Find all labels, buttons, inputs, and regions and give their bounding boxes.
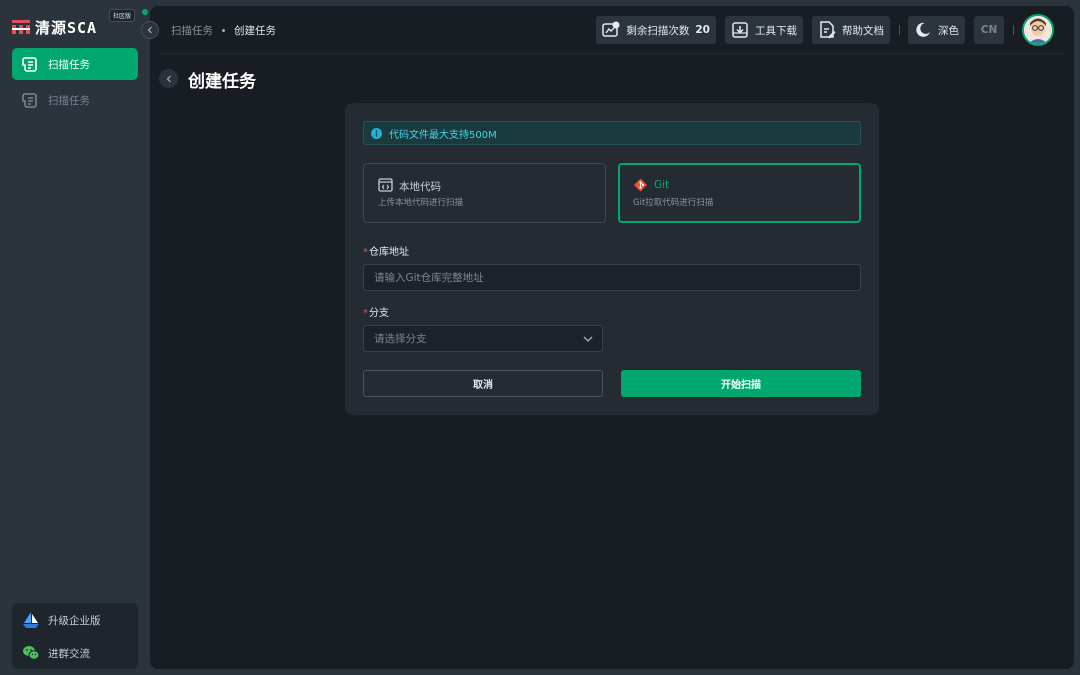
source-option-desc: 上传本地代码进行扫描 <box>378 198 464 208</box>
branch-select[interactable]: 请选择分支 <box>363 325 603 352</box>
breadcrumb: 扫描任务 创建任务 <box>171 23 276 38</box>
download-icon <box>732 22 748 38</box>
repo-address-input[interactable] <box>363 264 861 291</box>
sidebar-item-scan-tasks[interactable]: 扫描任务 <box>12 48 138 80</box>
required-mark: * <box>363 308 368 319</box>
start-scan-button[interactable]: 开始扫描 <box>621 370 861 397</box>
source-option-git[interactable]: Git Git拉取代码进行扫描 <box>618 163 861 223</box>
remaining-scans-count: 20 <box>695 24 710 36</box>
chevron-left-icon <box>166 75 171 82</box>
edition-badge-dot <box>142 9 148 15</box>
scroll-icon <box>22 57 37 72</box>
branch-label: *分支 <box>363 304 389 319</box>
notice-text: 代码文件最大支持500M <box>389 129 497 141</box>
upgrade-enterprise-link[interactable]: 升级企业版 <box>12 605 138 635</box>
header-divider <box>899 25 900 35</box>
file-size-notice: 代码文件最大支持500M <box>363 121 861 145</box>
sidebar: 清源SCA 社区版 扫描任务 扫描任务 升级企业版 进群交流 <box>0 0 150 675</box>
code-window-icon <box>378 178 393 192</box>
breadcrumb-separator <box>222 29 225 32</box>
moon-icon <box>916 22 930 37</box>
source-option-desc: Git拉取代码进行扫描 <box>633 198 714 208</box>
theme-toggle-button[interactable]: 深色 <box>908 16 965 44</box>
cancel-button[interactable]: 取消 <box>363 370 603 397</box>
scan-quota-icon <box>602 21 620 37</box>
repo-address-label: *仓库地址 <box>363 243 409 258</box>
wechat-icon <box>23 646 40 660</box>
remaining-scans-label: 剩余扫描次数 <box>626 24 690 37</box>
join-group-label: 进群交流 <box>48 647 90 660</box>
breadcrumb-scan-tasks[interactable]: 扫描任务 <box>171 23 213 38</box>
help-docs-button[interactable]: 帮助文档 <box>812 16 890 44</box>
avatar-icon <box>1024 16 1052 44</box>
sidebar-item-scan-tasks-secondary[interactable]: 扫描任务 <box>12 84 138 116</box>
git-icon <box>634 178 647 192</box>
source-option-local-code[interactable]: 本地代码 上传本地代码进行扫描 <box>363 163 606 223</box>
main-panel: 扫描任务 创建任务 剩余扫描次数 20 工具下载 帮助文档 深色 CN 创建任务… <box>150 6 1074 669</box>
user-avatar[interactable] <box>1022 14 1054 46</box>
branch-label-text: 分支 <box>369 308 389 319</box>
sidebar-collapse-button[interactable] <box>141 21 159 39</box>
header-divider <box>1013 25 1014 35</box>
source-option-title: 本地代码 <box>399 181 441 193</box>
branch-select-placeholder: 请选择分支 <box>374 333 427 345</box>
repo-address-label-text: 仓库地址 <box>369 247 409 258</box>
sailboat-icon <box>23 612 39 628</box>
chevron-down-icon <box>583 336 593 342</box>
theme-label: 深色 <box>938 24 959 37</box>
header-divider-line <box>160 53 1064 54</box>
tool-download-label: 工具下载 <box>755 24 797 37</box>
breadcrumb-current: 创建任务 <box>234 25 276 37</box>
chevron-left-icon <box>147 26 152 34</box>
required-mark: * <box>363 247 368 258</box>
join-group-link[interactable]: 进群交流 <box>12 638 138 668</box>
remaining-scans-button[interactable]: 剩余扫描次数 20 <box>596 16 716 44</box>
page-title: 创建任务 <box>188 72 256 92</box>
upgrade-enterprise-label: 升级企业版 <box>48 614 101 627</box>
source-option-title: Git <box>654 179 670 191</box>
edition-badge: 社区版 <box>109 9 136 22</box>
info-icon <box>371 127 382 139</box>
language-toggle-button[interactable]: CN <box>974 16 1004 44</box>
brand-name: 清源SCA <box>35 19 98 37</box>
sidebar-bottom-card: 升级企业版 进群交流 <box>12 603 138 669</box>
sidebar-item-label: 扫描任务 <box>48 94 90 107</box>
tool-download-button[interactable]: 工具下载 <box>725 16 803 44</box>
sidebar-item-label: 扫描任务 <box>48 58 90 71</box>
logo-icon <box>12 20 30 34</box>
create-task-form: 代码文件最大支持500M 本地代码 上传本地代码进行扫描 Git Git拉取代码… <box>345 103 879 415</box>
help-docs-label: 帮助文档 <box>842 24 884 37</box>
document-edit-icon <box>820 21 836 39</box>
back-button[interactable] <box>159 69 178 88</box>
brand-logo[interactable]: 清源SCA 社区版 <box>12 9 148 38</box>
scroll-icon <box>22 93 37 108</box>
